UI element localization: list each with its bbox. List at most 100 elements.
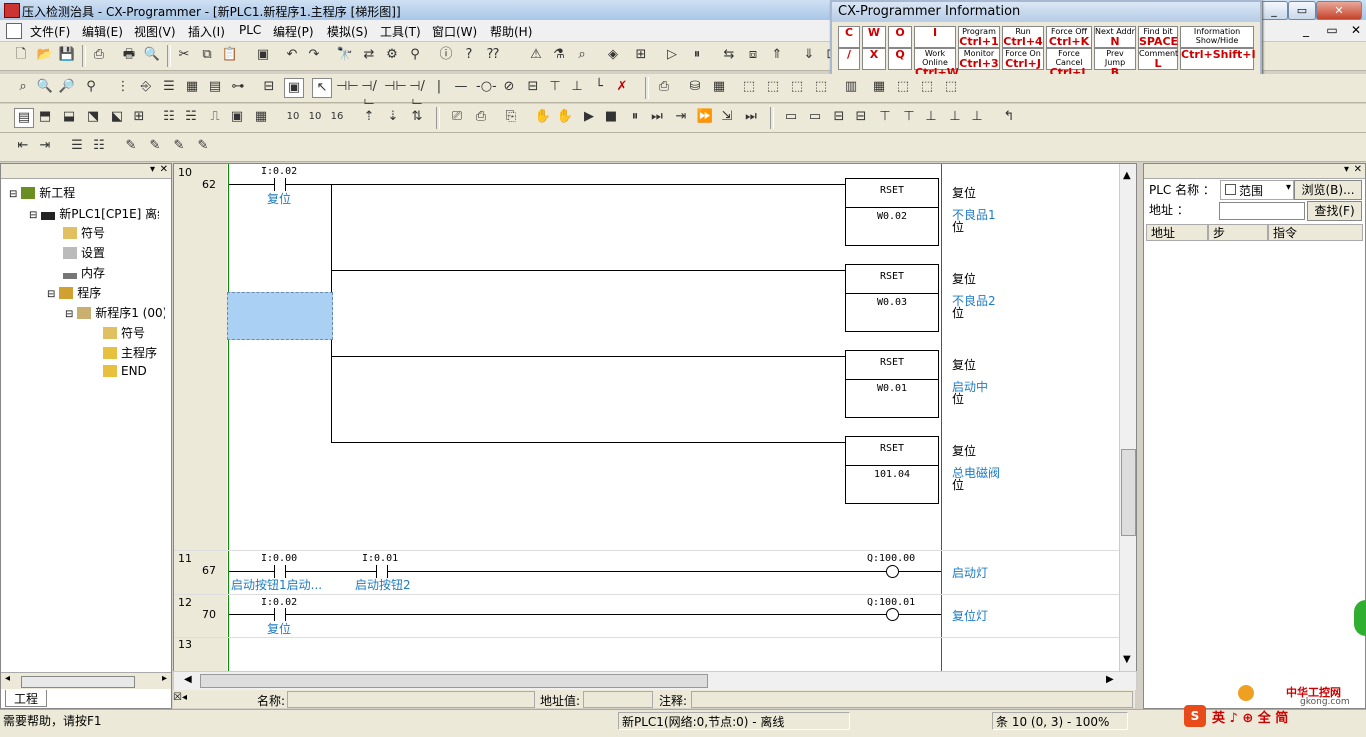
menu-help[interactable]: 帮助(H) <box>490 23 532 40</box>
tool-d-icon[interactable]: ✎ <box>194 137 212 155</box>
field-bar-close-icon[interactable]: ☒◂ <box>173 692 187 703</box>
panel-close-icon[interactable]: ✕ <box>1354 164 1362 175</box>
sim-pause-icon[interactable]: ⏸ <box>626 108 644 126</box>
horizontal-line-icon[interactable]: — <box>452 78 470 96</box>
new-closed-coil-icon[interactable]: ⊘ <box>500 78 518 96</box>
open-icon[interactable]: 📂 <box>36 46 54 64</box>
table-icon[interactable]: ▦ <box>710 78 728 96</box>
menu-window[interactable]: 窗口(W) <box>432 23 477 40</box>
redo-icon[interactable]: ↷ <box>305 46 323 64</box>
tree-item-main-section[interactable]: 主程序 <box>103 344 157 361</box>
tree-item-project[interactable]: ⊟ 新工程 <box>9 184 75 201</box>
coil-reset-lamp[interactable] <box>886 608 899 621</box>
binoculars-icon[interactable]: ⌕ <box>573 46 591 64</box>
menu-simulate[interactable]: 模拟(S) <box>327 23 368 40</box>
context-help-icon[interactable]: ⁇ <box>484 46 502 64</box>
tool-a-icon[interactable]: ✎ <box>122 137 140 155</box>
paste-special-icon[interactable]: ▣ <box>254 46 272 64</box>
symbols-window-icon[interactable]: ☷ <box>160 108 178 126</box>
list-icon[interactable]: ☰ <box>68 137 86 155</box>
properties-window-icon[interactable]: ⬕ <box>108 108 126 126</box>
upload-icon[interactable]: ⇑ <box>768 46 786 64</box>
column-step[interactable]: 步 <box>1208 224 1268 241</box>
sim-hand2-icon[interactable]: ✋ <box>556 108 574 126</box>
tree-item-program1[interactable]: ⊟ 新程序1 (00) <box>65 304 165 321</box>
comment-field[interactable] <box>691 691 1133 708</box>
transfer-icon[interactable]: ⇆ <box>720 46 738 64</box>
indent-right-icon[interactable]: ⇥ <box>36 137 54 155</box>
addr-7-icon[interactable]: ⊥ <box>922 108 940 126</box>
menu-program[interactable]: 编程(P) <box>273 23 314 40</box>
tree-item-local-symbols[interactable]: 符号 <box>103 324 145 341</box>
tab-project[interactable]: 工程 <box>5 690 48 707</box>
instruction-rset-4[interactable]: RSET 101.04 <box>845 436 939 504</box>
sma-icon[interactable]: ⊟ <box>260 78 278 96</box>
addr-4-icon[interactable]: ⊟ <box>852 108 870 126</box>
sim-step-in-icon[interactable]: ⇥ <box>672 108 690 126</box>
tree-item-plc[interactable]: ⊟ 新PLC1[CP1E] 离线 <box>29 205 159 222</box>
cross-ref-icon[interactable]: ⚙ <box>383 46 401 64</box>
run-icon[interactable]: ▷ <box>663 46 681 64</box>
return-icon[interactable]: ↰ <box>1000 108 1018 126</box>
save-icon[interactable]: 💾 <box>58 46 76 64</box>
disabled-2-icon[interactable]: ⬚ <box>764 78 782 96</box>
disabled-7-icon[interactable]: ⬚ <box>942 78 960 96</box>
project-hscrollbar[interactable]: ◂ ▸ <box>1 672 171 689</box>
watch-icon[interactable]: ▤ <box>206 78 224 96</box>
delete-line-icon[interactable]: ✗ <box>613 78 631 96</box>
instruction-rset-3[interactable]: RSET W0.01 <box>845 350 939 418</box>
column-instruction[interactable]: 指令 <box>1268 224 1363 241</box>
menu-insert[interactable]: 插入(I) <box>188 23 225 40</box>
mdi-minimize-button[interactable]: _ <box>1300 23 1312 37</box>
addr-5-icon[interactable]: ⊤ <box>876 108 894 126</box>
copy-icon[interactable]: ⧉ <box>198 46 216 64</box>
watch-window-icon[interactable]: ⬓ <box>60 108 78 126</box>
new-or-icon[interactable]: ⊣⊢ <box>384 78 407 96</box>
addr-9-icon[interactable]: ⊥ <box>968 108 986 126</box>
addr-6-icon[interactable]: ⊤ <box>900 108 918 126</box>
ladder-hscrollbar[interactable]: ◀ ▶ <box>173 671 1137 691</box>
toggle-icon[interactable]: ◈ <box>604 46 622 64</box>
ladder-view-icon[interactable]: ▣ <box>284 78 304 98</box>
sim-run-icon[interactable]: ▶ <box>580 108 598 126</box>
output-window-icon[interactable]: ⬒ <box>36 108 54 126</box>
offline-icon[interactable]: ⎙ <box>472 108 490 126</box>
new-contact-icon[interactable]: ⊣⊢ <box>336 78 359 96</box>
addr-3-icon[interactable]: ⊟ <box>830 108 848 126</box>
ime-logo-icon[interactable]: S <box>1184 705 1206 727</box>
about-icon[interactable]: ⓘ <box>437 46 455 64</box>
sim-step-out-icon[interactable]: ⇲ <box>718 108 736 126</box>
transfer-up-icon[interactable]: ⇡ <box>360 108 378 126</box>
sim-step-over-icon[interactable]: ⏩ <box>696 108 714 126</box>
list2-icon[interactable]: ☷ <box>90 137 108 155</box>
tree-item-settings[interactable]: 设置 <box>63 244 105 261</box>
name-field[interactable] <box>287 691 535 708</box>
address-input[interactable] <box>1219 202 1305 220</box>
document-icon[interactable] <box>6 23 22 39</box>
preview-icon[interactable]: 🔍 <box>143 46 161 64</box>
addr-1-icon[interactable]: ▭ <box>782 108 800 126</box>
address-value-field[interactable] <box>583 691 653 708</box>
scope-checkbox[interactable] <box>1225 184 1236 195</box>
project-window-icon[interactable]: ▤ <box>14 108 34 128</box>
zoom-icon[interactable]: ⌕ <box>14 78 32 96</box>
disabled-5-icon[interactable]: ⬚ <box>894 78 912 96</box>
print-icon[interactable]: 🖶 <box>120 46 138 64</box>
download-icon[interactable]: ⇓ <box>800 46 818 64</box>
print-preview-icon[interactable]: ⎙ <box>90 46 108 64</box>
ladder-vscrollbar[interactable]: ▲ ▼ <box>1119 164 1136 672</box>
mdi-close-button[interactable]: ✕ <box>1350 23 1362 37</box>
address-window-icon[interactable]: ⬔ <box>84 108 102 126</box>
menu-view[interactable]: 视图(V) <box>134 23 176 40</box>
tool-c-icon[interactable]: ✎ <box>170 137 188 155</box>
menu-tools[interactable]: 工具(T) <box>380 23 421 40</box>
browse-button[interactable]: 浏览(B)... <box>1294 180 1362 200</box>
dec-10b-icon[interactable]: 10 <box>306 108 324 126</box>
find-icon[interactable]: 🔭 <box>336 46 354 64</box>
minimize-button[interactable]: _ <box>1260 1 1288 20</box>
bookmark-icon[interactable]: ⛁ <box>686 78 704 96</box>
new-icon[interactable]: 🗋 <box>12 46 30 64</box>
tree-item-memory[interactable]: 内存 <box>63 264 105 281</box>
new-coil-icon[interactable]: -○- <box>476 78 497 96</box>
rung-comments-icon[interactable]: ☰ <box>160 78 178 96</box>
